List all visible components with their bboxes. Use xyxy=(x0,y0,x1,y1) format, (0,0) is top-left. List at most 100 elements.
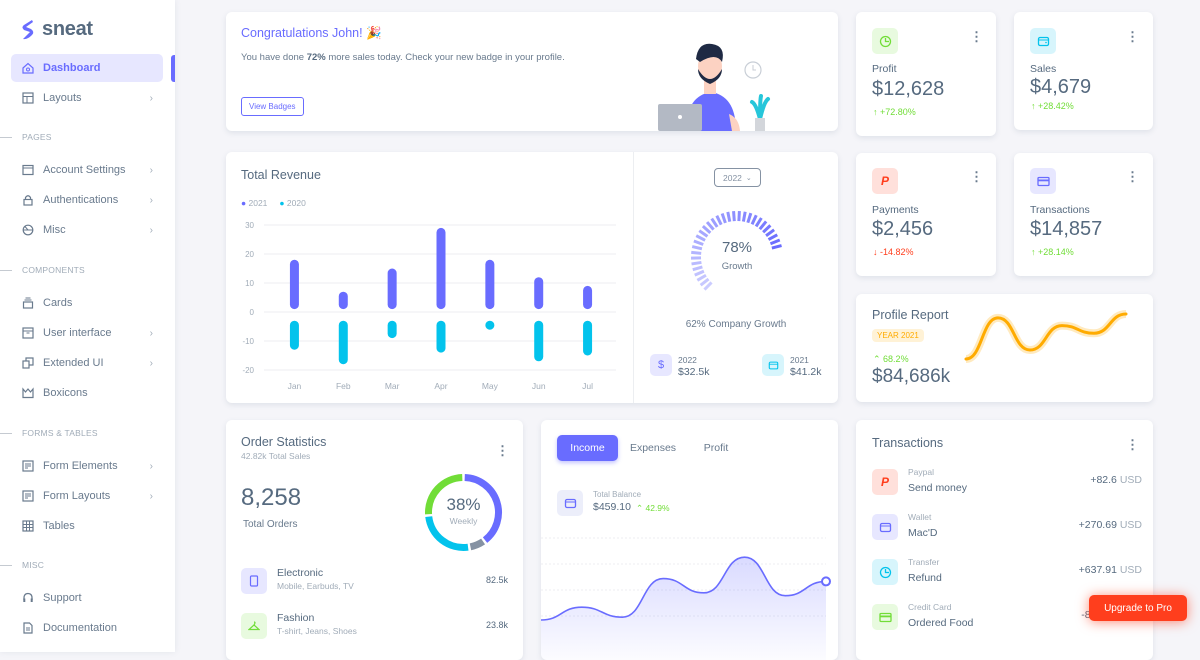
more-options-icon[interactable]: ⋮ xyxy=(496,444,509,457)
view-badges-button[interactable]: View Badges xyxy=(241,97,304,116)
order-item[interactable]: Fashion T-shirt, Jeans, Shoes 23.8k xyxy=(241,613,508,639)
transaction-type: Paypal xyxy=(908,467,934,477)
detail-icon xyxy=(22,460,34,472)
income-card: Income Expenses Profit Total Balance $45… xyxy=(541,420,838,660)
more-options-icon[interactable]: ⋮ xyxy=(1126,438,1139,451)
sidebar-item-authentications[interactable]: Authentications › xyxy=(11,186,163,214)
sidebar-item-cards[interactable]: Cards xyxy=(11,289,163,317)
gauge-segment xyxy=(707,222,714,230)
upgrade-to-pro-button[interactable]: Upgrade to Pro xyxy=(1089,595,1187,621)
legend-item-2021[interactable]: ● 2021 xyxy=(241,198,267,208)
transaction-currency: USD xyxy=(1120,519,1142,531)
gauge-segment xyxy=(756,218,761,226)
stat-label: Profit xyxy=(872,63,897,75)
x-tick-label: Feb xyxy=(336,381,351,391)
transaction-currency: USD xyxy=(1120,474,1142,486)
donut-slice xyxy=(470,542,483,547)
bar-2020 xyxy=(290,321,299,350)
tab-income[interactable]: Income xyxy=(557,435,618,461)
sidebar-item-form-layouts[interactable]: Form Layouts › xyxy=(11,482,163,510)
gauge-segment xyxy=(760,221,766,229)
income-end-point xyxy=(822,577,830,585)
bar-2021 xyxy=(534,277,543,309)
stat-change-value: +72.80% xyxy=(880,107,916,117)
sidebar-item-boxicons[interactable]: Boxicons xyxy=(11,379,163,407)
profile-report-title: Profile Report xyxy=(872,308,948,322)
transaction-name: Send money xyxy=(908,482,967,494)
more-options-icon[interactable]: ⋮ xyxy=(970,30,983,43)
arrow-up-icon: ↑ xyxy=(873,107,880,117)
transaction-name: Refund xyxy=(908,572,942,584)
y-tick-label: 10 xyxy=(245,279,254,288)
tab-profit[interactable]: Profit xyxy=(691,435,741,461)
sidebar-item-user-interface[interactable]: User interface › xyxy=(11,319,163,347)
chevron-right-icon: › xyxy=(150,195,153,206)
welcome-text: You have done 72% more sales today. Chec… xyxy=(241,50,571,65)
welcome-text-before: You have done xyxy=(241,52,307,63)
closet-icon xyxy=(241,613,267,639)
order-item-desc: Mobile, Earbuds, TV xyxy=(277,581,354,591)
gauge-segment xyxy=(763,225,770,232)
stat-card-profit: ⋮ Profit $12,628 ↑ +72.80% xyxy=(856,12,996,136)
sidebar-item-extended-ui[interactable]: Extended UI › xyxy=(11,349,163,377)
stat-label: Payments xyxy=(872,204,919,216)
arrow-up-icon: ↑ xyxy=(1031,101,1038,111)
sidebar-item-dashboard[interactable]: Dashboard xyxy=(11,54,163,82)
bar-2021 xyxy=(339,292,348,309)
sidebar-item-misc[interactable]: Misc › xyxy=(11,216,163,244)
year-badge: YEAR 2021 xyxy=(872,329,924,342)
transactions-title: Transactions xyxy=(872,436,943,450)
gauge-segment xyxy=(728,212,730,222)
revenue-bar-chart: 3020100-10-20JanFebMarAprMayJunJul xyxy=(226,212,631,397)
x-tick-label: Jun xyxy=(532,381,546,391)
more-options-icon[interactable]: ⋮ xyxy=(970,170,983,183)
support-icon xyxy=(22,592,34,604)
chart-icon xyxy=(872,559,898,585)
legend-item-2020[interactable]: ● 2020 xyxy=(279,198,305,208)
sidebar-item-label: Extended UI xyxy=(43,357,104,369)
section-header-components: COMPONENTS xyxy=(0,265,85,275)
brand-logo[interactable]: sneat xyxy=(20,18,93,41)
sidebar-item-documentation[interactable]: Documentation xyxy=(11,614,163,642)
dollar-icon: $ xyxy=(650,354,672,376)
year-select[interactable]: 2022⌄ xyxy=(714,168,761,187)
layout-icon xyxy=(22,92,34,104)
more-options-icon[interactable]: ⋮ xyxy=(1126,30,1139,43)
gauge-segment xyxy=(739,211,740,221)
order-item[interactable]: Electronic Mobile, Earbuds, TV 82.5k xyxy=(241,568,508,594)
stat-value: $14,857 xyxy=(1030,218,1102,241)
tab-expenses[interactable]: Expenses xyxy=(624,435,682,461)
chevron-right-icon: › xyxy=(150,491,153,502)
stat-label: Transactions xyxy=(1030,204,1090,216)
bar-2020 xyxy=(339,321,348,365)
more-options-icon[interactable]: ⋮ xyxy=(1126,170,1139,183)
transaction-amount-value: +270.69 xyxy=(1079,519,1117,531)
transaction-amount-value: +82.6 xyxy=(1090,474,1117,486)
transaction-row[interactable]: P Paypal Send money +82.6 USD xyxy=(872,466,1142,506)
lock-icon xyxy=(22,194,34,206)
chart-legend: ● 2021 ● 2020 xyxy=(241,198,306,208)
detail-icon xyxy=(22,490,34,502)
sidebar-item-layouts[interactable]: Layouts › xyxy=(11,84,163,112)
y-tick-label: -20 xyxy=(242,366,254,375)
paypal-icon: P xyxy=(872,168,898,194)
transaction-row[interactable]: Transfer Refund +637.91 USD xyxy=(872,556,1142,596)
gauge-segment xyxy=(699,231,707,237)
transaction-currency: USD xyxy=(1120,564,1142,576)
stat-value: $12,628 xyxy=(872,78,944,101)
bar-2021 xyxy=(388,269,397,310)
sidebar-item-label: Account Settings xyxy=(43,164,126,176)
profile-line xyxy=(966,314,1126,359)
sidebar-item-account-settings[interactable]: Account Settings › xyxy=(11,156,163,184)
sidebar-item-form-elements[interactable]: Form Elements › xyxy=(11,452,163,480)
sidebar-item-label: Layouts xyxy=(43,92,82,104)
welcome-highlight: 72% xyxy=(307,52,326,63)
sidebar-item-tables[interactable]: Tables xyxy=(11,512,163,540)
sidebar-item-label: Form Elements xyxy=(43,460,118,472)
transaction-row[interactable]: Wallet Mac'D +270.69 USD xyxy=(872,511,1142,551)
sidebar-item-support[interactable]: Support xyxy=(11,584,163,612)
total-revenue-card: Total Revenue ● 2021 ● 2020 3020100-10-2… xyxy=(226,152,838,403)
chevron-right-icon: › xyxy=(150,93,153,104)
transaction-type: Wallet xyxy=(908,512,931,522)
gauge-segment xyxy=(752,215,756,224)
